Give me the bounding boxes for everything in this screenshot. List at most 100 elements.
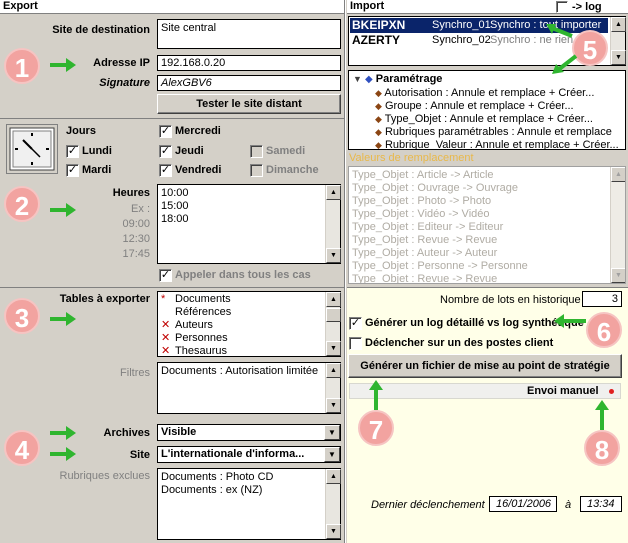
label-log-detaille: Générer un log détaillé vs log synthétiq… (365, 317, 584, 329)
rubriques-label: Rubriques exclues (59, 470, 151, 482)
heures-list[interactable]: 10:00 15:00 18:00 ▲ ▼ (157, 184, 341, 264)
filtres-value: Documents : Autorisation limitée (D (161, 365, 321, 377)
checkbox-dimanche[interactable] (250, 164, 263, 177)
envoi-status-dot-icon (609, 389, 614, 394)
label-dimanche: Dimanche (266, 164, 319, 176)
arrow-right-icon (50, 312, 76, 326)
rubriques-list[interactable]: Documents : Photo CD Documents : ex (NZ)… (157, 468, 341, 540)
checkbox-log[interactable] (556, 1, 568, 13)
checkbox-appeler[interactable]: ✓ (159, 269, 172, 282)
checkbox-declencher[interactable] (349, 337, 362, 350)
site-destination-value: Site central (161, 22, 217, 34)
envoi-label: Envoi manuel (527, 385, 599, 397)
clock-icon (6, 124, 58, 174)
scroll-down-icon[interactable]: ▼ (326, 524, 341, 539)
signature-field[interactable]: AlexGBV6 (157, 75, 341, 91)
tree-root[interactable]: ▼ ◆ Paramétrage (353, 73, 442, 85)
arrow-left-icon (554, 314, 586, 328)
dernier-date-field[interactable]: 16/01/2006 (489, 496, 557, 512)
table-row[interactable]: * Documents (161, 293, 231, 306)
arrow-left-icon (546, 24, 573, 38)
tables-scrollbar[interactable]: ▲ ▼ (325, 292, 341, 356)
valeurs-scrollbar[interactable]: ▲ ▼ (610, 167, 625, 283)
checkbox-log-detaille[interactable]: ✓ (349, 317, 362, 330)
tree-item[interactable]: ◆ Autorisation : Annule et remplace + Cr… (375, 87, 594, 99)
scroll-up-icon[interactable]: ▲ (326, 185, 341, 200)
tree-item[interactable]: ◆ Rubriques paramétrables : Annule et re… (375, 126, 612, 138)
list-item[interactable]: Type_Objet : Editeur -> Editeur (352, 221, 503, 234)
heure-item[interactable]: 18:00 (161, 213, 189, 226)
list-item[interactable]: Type_Objet : Auteur -> Auteur (352, 247, 497, 260)
list-item[interactable]: Type_Objet : Revue -> Revue (352, 234, 497, 247)
table-row[interactable]: ✕ Auteurs (161, 319, 213, 332)
valeurs-list[interactable]: Type_Objet : Article -> Article Type_Obj… (348, 166, 626, 284)
arrow-down-left-icon (552, 54, 578, 74)
list-item[interactable]: Type_Objet : Photo -> Photo (352, 195, 491, 208)
adresse-ip-field[interactable]: 192.168.0.20 (157, 55, 341, 71)
archives-value: Visible (161, 426, 197, 438)
heure-item[interactable]: 15:00 (161, 200, 189, 213)
archives-select[interactable]: Visible ▼ (157, 424, 341, 441)
tables-list[interactable]: * Documents Références ✕ Auteurs ✕ Personne… (157, 291, 341, 357)
table-row[interactable]: ✕ Thesaurus (161, 345, 227, 358)
badge-1: 1 (4, 48, 40, 84)
chevron-down-icon[interactable]: ▼ (324, 447, 340, 462)
generer-fichier-button[interactable]: Générer un fichier de mise au point de s… (348, 354, 622, 378)
list-item[interactable]: Documents : ex (NZ) (161, 484, 262, 497)
scroll-down-icon[interactable]: ▼ (326, 341, 341, 356)
scroll-up-icon[interactable]: ▲ (326, 363, 341, 378)
list-item[interactable]: Type_Objet : Personne -> Personne (352, 260, 528, 273)
list-item[interactable]: Documents : Photo CD (161, 471, 274, 484)
dernier-time-value: 13:34 (587, 498, 615, 510)
tree-item[interactable]: ◆ Groupe : Annule et remplace + Créer... (375, 100, 574, 112)
tree-item[interactable]: ◆ Rubrique_Valeur : Annule et remplace +… (375, 139, 619, 149)
arrow-up-icon (595, 400, 609, 430)
scroll-down-icon[interactable]: ▼ (326, 248, 341, 263)
site-select[interactable]: L'internationale d'informa... ▼ (157, 446, 341, 463)
checkbox-jeudi[interactable]: ✓ (159, 145, 172, 158)
tree-item[interactable]: ◆ Type_Objet : Annule et remplace + Crée… (375, 113, 593, 125)
scroll-thumb[interactable] (326, 308, 341, 322)
scroll-up-icon[interactable]: ▲ (611, 167, 625, 182)
site-value: L'internationale d'informa... (161, 448, 305, 460)
rubriques-scrollbar[interactable]: ▲ ▼ (325, 469, 341, 539)
badge-6: 6 (586, 312, 622, 348)
site-destination-field[interactable]: Site central (157, 19, 341, 49)
table-row[interactable]: Références (161, 306, 231, 319)
lots-field[interactable]: 3 (582, 291, 622, 307)
scroll-down-icon[interactable]: ▼ (611, 50, 626, 65)
valeurs-label: Valeurs de remplacement (349, 152, 474, 164)
label-mardi: Mardi (82, 164, 112, 176)
scroll-up-icon[interactable]: ▲ (326, 292, 341, 307)
lots-value: 3 (611, 293, 618, 305)
heure-item[interactable]: 10:00 (161, 187, 189, 200)
list-item[interactable]: Type_Objet : Ouvrage -> Ouvrage (352, 182, 518, 195)
scroll-down-icon[interactable]: ▼ (611, 268, 625, 283)
dernier-time-field[interactable]: 13:34 (580, 496, 622, 512)
list-item[interactable]: Type_Objet : Article -> Article (352, 169, 494, 182)
tester-site-button[interactable]: Tester le site distant (157, 94, 341, 114)
checkbox-vendredi[interactable]: ✓ (159, 164, 172, 177)
list-item[interactable]: Type_Objet : Vidéo -> Vidéo (352, 208, 490, 221)
chevron-down-icon[interactable]: ▼ (324, 425, 340, 440)
filtres-label: Filtres (120, 367, 150, 379)
checkbox-samedi[interactable] (250, 145, 263, 158)
list-item[interactable]: Type_Objet : Revue -> Revue (352, 273, 497, 283)
sites-scrollbar[interactable]: ▲ ▼ (610, 17, 626, 65)
checkbox-mercredi[interactable]: ✓ (159, 125, 172, 138)
parametrage-tree[interactable]: ▼ ◆ Paramétrage ◆ Autorisation : Annule … (348, 70, 626, 150)
filtres-scrollbar[interactable]: ▲ ▼ (325, 363, 341, 413)
table-row[interactable]: ✕ Personnes (161, 332, 228, 345)
label-vendredi: Vendredi (175, 164, 222, 176)
label-jeudi: Jeudi (175, 145, 204, 157)
filtres-field[interactable]: Documents : Autorisation limitée (D ▲ ▼ (157, 362, 341, 414)
heures-example: Ex : 09:00 12:30 17:45 (122, 203, 150, 260)
checkbox-mardi[interactable]: ✓ (66, 164, 79, 177)
scroll-up-icon[interactable]: ▲ (326, 469, 341, 484)
scroll-down-icon[interactable]: ▼ (326, 398, 341, 413)
heures-scrollbar[interactable]: ▲ ▼ (325, 185, 341, 263)
jours-label: Jours (66, 125, 96, 137)
scroll-up-icon[interactable]: ▲ (611, 17, 626, 32)
lots-label: Nombre de lots en historique (440, 294, 581, 306)
checkbox-lundi[interactable]: ✓ (66, 145, 79, 158)
